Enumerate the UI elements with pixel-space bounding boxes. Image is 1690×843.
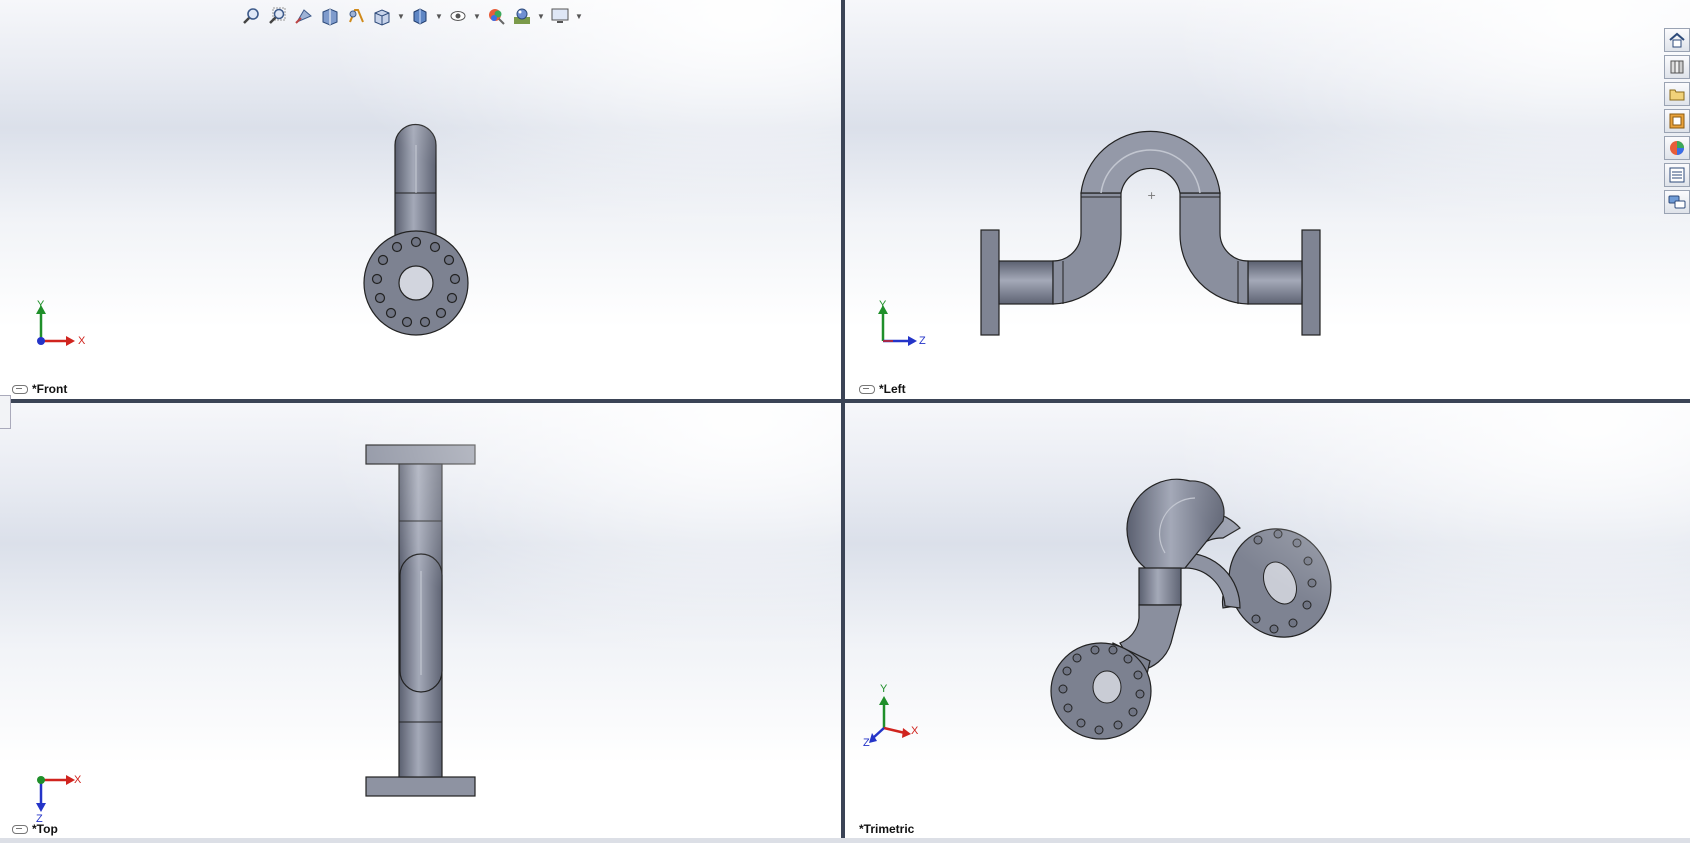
- trimetric-view-name: *Trimetric: [859, 822, 915, 836]
- triad-trimetric: [869, 696, 911, 743]
- viewport-front[interactable]: X Y *Front: [0, 0, 841, 399]
- task-pane-tabs: [1664, 28, 1690, 214]
- pipe-front: [363, 123, 469, 336]
- triad-front-x-label: X: [78, 335, 86, 347]
- feature-manager-toggle[interactable]: [0, 395, 11, 429]
- file-explorer-icon[interactable]: [1664, 82, 1690, 106]
- viewport-trimetric[interactable]: X Y Z *Trimetric: [845, 403, 1690, 843]
- triad-top-x-label: X: [74, 774, 82, 786]
- apply-scene-icon[interactable]: [510, 4, 534, 28]
- custom-properties-icon[interactable]: [1664, 163, 1690, 187]
- triad-trimetric-x-label: X: [911, 725, 919, 737]
- previous-view-icon[interactable]: [292, 4, 316, 28]
- front-view-label: *Front: [12, 382, 67, 396]
- top-view-model: [36, 444, 476, 812]
- front-view-name: *Front: [32, 382, 68, 396]
- home-icon[interactable]: [1664, 28, 1690, 52]
- link-views-icon[interactable]: [12, 384, 28, 394]
- left-view-name: *Left: [879, 382, 906, 396]
- pipe-left: +: [980, 130, 1321, 336]
- hide-show-items-icon[interactable]: [446, 4, 470, 28]
- appearances-icon[interactable]: [1664, 136, 1690, 160]
- viewport-splitter-vertical[interactable]: [841, 0, 845, 843]
- zoom-to-area-icon[interactable]: [266, 4, 290, 28]
- viewport-splitter-horizontal[interactable]: [0, 399, 1690, 403]
- triad-left-y-label: Y: [879, 299, 887, 311]
- triad-trimetric-z-label: Z: [863, 737, 870, 749]
- trimetric-view-model: [869, 478, 1332, 743]
- triad-front-y-label: Y: [37, 299, 45, 311]
- pipe-top: [365, 444, 476, 797]
- view-toolbar: ▼ ▼ ▼ ▼ ▼: [240, 3, 584, 29]
- viewport-left[interactable]: + Z Y *Left: [845, 0, 1690, 399]
- viewport-top[interactable]: X Z *Top: [0, 403, 841, 843]
- display-style-icon[interactable]: [408, 4, 432, 28]
- zoom-to-fit-icon[interactable]: [240, 4, 264, 28]
- triad-trimetric-y-label: Y: [880, 683, 888, 695]
- view-orientation-dropdown-icon[interactable]: ▼: [396, 4, 406, 28]
- triad-left: [878, 305, 917, 346]
- bottom-tab-strip: [0, 838, 1690, 843]
- forum-icon[interactable]: [1664, 190, 1690, 214]
- link-views-icon[interactable]: [12, 824, 28, 834]
- design-library-icon[interactable]: [1664, 55, 1690, 79]
- triad-top: [36, 775, 75, 812]
- edit-appearance-icon[interactable]: [484, 4, 508, 28]
- left-view-model: +: [878, 130, 1321, 346]
- triad-left-z-label: Z: [919, 335, 926, 347]
- display-style-dropdown-icon[interactable]: ▼: [434, 4, 444, 28]
- top-view-name: *Top: [32, 822, 58, 836]
- apply-scene-dropdown-icon[interactable]: ▼: [536, 4, 546, 28]
- view-palette-icon[interactable]: [1664, 109, 1690, 133]
- front-view-model: [36, 123, 469, 346]
- pipe-trimetric: [1050, 478, 1332, 740]
- view-settings-icon[interactable]: [548, 4, 572, 28]
- view-settings-dropdown-icon[interactable]: ▼: [574, 4, 584, 28]
- svg-text:+: +: [1147, 189, 1156, 202]
- top-view-label: *Top: [12, 822, 58, 836]
- left-view-label: *Left: [859, 382, 906, 396]
- triad-front: [36, 305, 75, 346]
- dynamic-annotation-icon[interactable]: [344, 4, 368, 28]
- trimetric-view-label: *Trimetric: [859, 822, 914, 836]
- link-views-icon[interactable]: [859, 384, 875, 394]
- hide-show-dropdown-icon[interactable]: ▼: [472, 4, 482, 28]
- section-view-icon[interactable]: [318, 4, 342, 28]
- view-orientation-icon[interactable]: [370, 4, 394, 28]
